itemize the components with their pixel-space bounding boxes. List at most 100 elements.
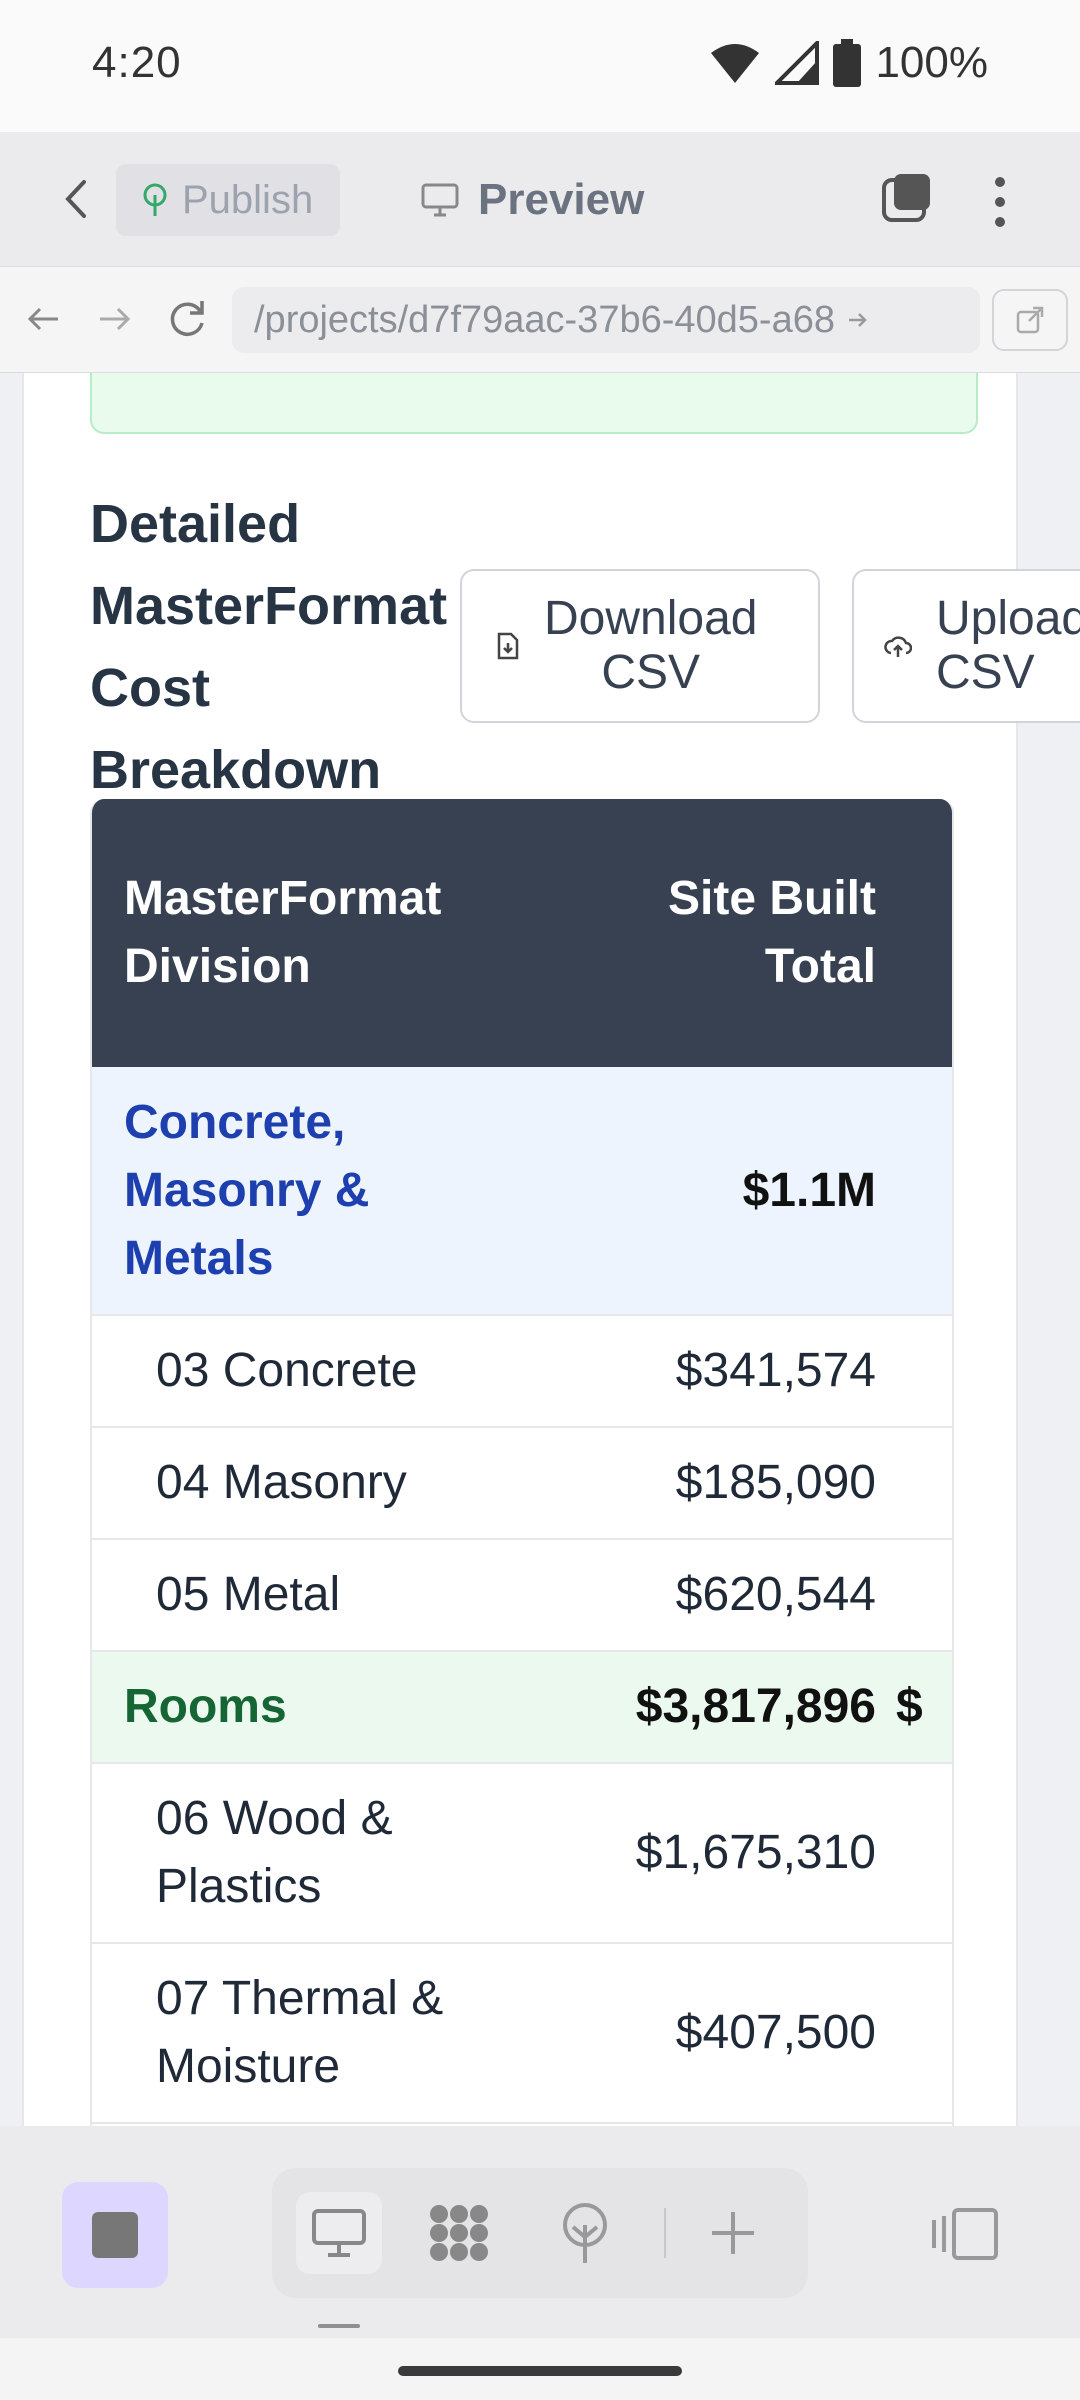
division-name-line: Moisture (156, 2040, 341, 2093)
download-csv-button[interactable]: Download CSV (460, 569, 820, 723)
home-indicator[interactable] (398, 2366, 682, 2376)
table-header-row: MasterFormat Division Site Built Total (92, 799, 952, 1067)
upload-csv-button[interactable]: Upload CSV (852, 569, 1080, 723)
header-site-built-total[interactable]: Site Built Total (536, 799, 876, 1067)
drag-handle[interactable] (318, 2324, 360, 2328)
browser-back-icon[interactable] (18, 293, 70, 345)
grid-blobs-icon (430, 2205, 488, 2261)
group-total: $1.1M (536, 1067, 876, 1316)
download-csv-label: Download CSV (544, 592, 757, 700)
url-input[interactable]: /projects/d7f79aac-37b6-40d5-a68 (232, 287, 980, 353)
app-toolbar: Publish Preview (0, 132, 1080, 267)
header-division[interactable]: MasterFormat Division (92, 799, 536, 1067)
back-chevron-icon[interactable] (52, 174, 102, 224)
content-card: Detailed MasterFormat Cost Breakdown Dow… (22, 373, 1080, 2126)
upload-csv-label: Upload CSV (936, 592, 1080, 700)
division-name-line: 06 Wood & (156, 1792, 393, 1845)
battery-percentage: 100% (875, 38, 988, 87)
upload-csv-label-line2: CSV (936, 646, 1035, 699)
header-division-line1: MasterFormat (124, 872, 442, 925)
division-total: $341,574 (536, 1315, 876, 1428)
table-row[interactable]: 07 Thermal & Moisture $407,500 (92, 1943, 952, 2124)
more-options-icon[interactable] (990, 172, 1010, 232)
download-csv-label-line2: CSV (601, 646, 701, 699)
division-name-line: Plastics (156, 1860, 322, 1913)
publish-view-button[interactable] (542, 2192, 628, 2274)
desktop-view-button[interactable] (296, 2192, 382, 2274)
header-extra-column (876, 799, 952, 1067)
division-name: 06 Wood & Plastics (92, 1763, 536, 1944)
add-button[interactable] (690, 2192, 776, 2274)
monitor-icon (312, 2209, 366, 2257)
plus-icon (712, 2212, 754, 2254)
division-name: 04 Masonry (92, 1427, 536, 1540)
table-row[interactable]: 06 Wood & Plastics $1,675,310 (92, 1763, 952, 1944)
header-total-line2: Total (764, 940, 876, 993)
publish-button[interactable]: Publish (116, 164, 340, 236)
go-arrow-icon (848, 313, 867, 327)
stop-button[interactable] (62, 2182, 168, 2288)
table-row[interactable]: 05 Metal $620,544 (92, 1539, 952, 1652)
division-total: $185,090 (536, 1427, 876, 1540)
group-name: Rooms (92, 1651, 536, 1764)
battery-icon (833, 39, 862, 87)
division-name-line: 07 Thermal & (156, 1972, 444, 2025)
status-bar: 4:20 100% (0, 0, 1080, 132)
bottom-toolbar (0, 2126, 1080, 2338)
section-title: Detailed MasterFormat Cost Breakdown (90, 483, 480, 811)
section-title-line: MasterFormat (90, 576, 448, 636)
section-title-line: Detailed (90, 494, 301, 554)
success-alert (90, 373, 978, 434)
url-text: /projects/d7f79aac-37b6-40d5-a68 (254, 298, 835, 341)
publish-tree-icon (143, 183, 167, 216)
header-division-line2: Division (124, 940, 311, 993)
division-extra (876, 1763, 952, 1944)
status-icons: 100% (709, 38, 988, 88)
division-extra (876, 1315, 952, 1428)
preview-label: Preview (478, 175, 645, 224)
group-extra: $ (876, 1651, 952, 1764)
division-name: 05 Metal (92, 1539, 536, 1652)
external-link-icon (1016, 306, 1044, 334)
division-total: $620,544 (536, 1539, 876, 1652)
components-view-button[interactable] (416, 2192, 502, 2274)
cloud-upload-icon (884, 636, 912, 657)
url-bar: /projects/d7f79aac-37b6-40d5-a68 (0, 267, 1080, 373)
group-row-rooms[interactable]: Rooms $3,817,896 $ (92, 1651, 952, 1764)
division-extra (876, 1943, 952, 2124)
group-total: $3,817,896 (536, 1651, 876, 1764)
monitor-icon (421, 183, 459, 217)
division-extra (876, 1427, 952, 1540)
division-name: 07 Thermal & Moisture (92, 1943, 536, 2124)
table-row[interactable]: 03 Concrete $341,574 (92, 1315, 952, 1428)
download-csv-label-line1: Download (544, 592, 758, 645)
side-panel-icon[interactable] (930, 2206, 1000, 2262)
page-viewport: Detailed MasterFormat Cost Breakdown Dow… (0, 373, 1080, 2126)
division-extra (876, 1539, 952, 1652)
group-name-line: Metals (124, 1231, 274, 1285)
preview-button[interactable]: Preview (420, 164, 644, 236)
stop-square-icon (92, 2212, 138, 2258)
browser-forward-icon[interactable] (88, 293, 140, 345)
group-extra (876, 1067, 952, 1316)
division-total: $1,675,310 (536, 1763, 876, 1944)
table-row[interactable]: 04 Masonry $185,090 (92, 1427, 952, 1540)
publish-label: Publish (182, 177, 314, 222)
group-row-concrete-masonry-metals[interactable]: Concrete, Masonry & Metals $1.1M (92, 1067, 952, 1316)
section-title-line: Cost (90, 658, 210, 718)
open-external-button[interactable] (992, 289, 1068, 351)
upload-csv-label-line1: Upload (936, 592, 1080, 645)
windows-icon[interactable] (880, 172, 934, 226)
group-name-line: Masonry & (124, 1163, 370, 1217)
view-mode-switcher (272, 2168, 808, 2298)
cost-breakdown-table: MasterFormat Division Site Built Total C… (90, 799, 954, 2126)
reload-icon[interactable] (162, 293, 214, 345)
division-total: $407,500 (536, 1943, 876, 2124)
header-total-line1: Site Built (667, 872, 876, 925)
toolbar-divider (664, 2208, 666, 2258)
group-name: Concrete, Masonry & Metals (92, 1067, 536, 1316)
tree-icon (563, 2203, 607, 2263)
cell-signal-icon (775, 41, 820, 85)
wifi-icon (711, 44, 760, 83)
gesture-nav-bar (0, 2338, 1080, 2400)
